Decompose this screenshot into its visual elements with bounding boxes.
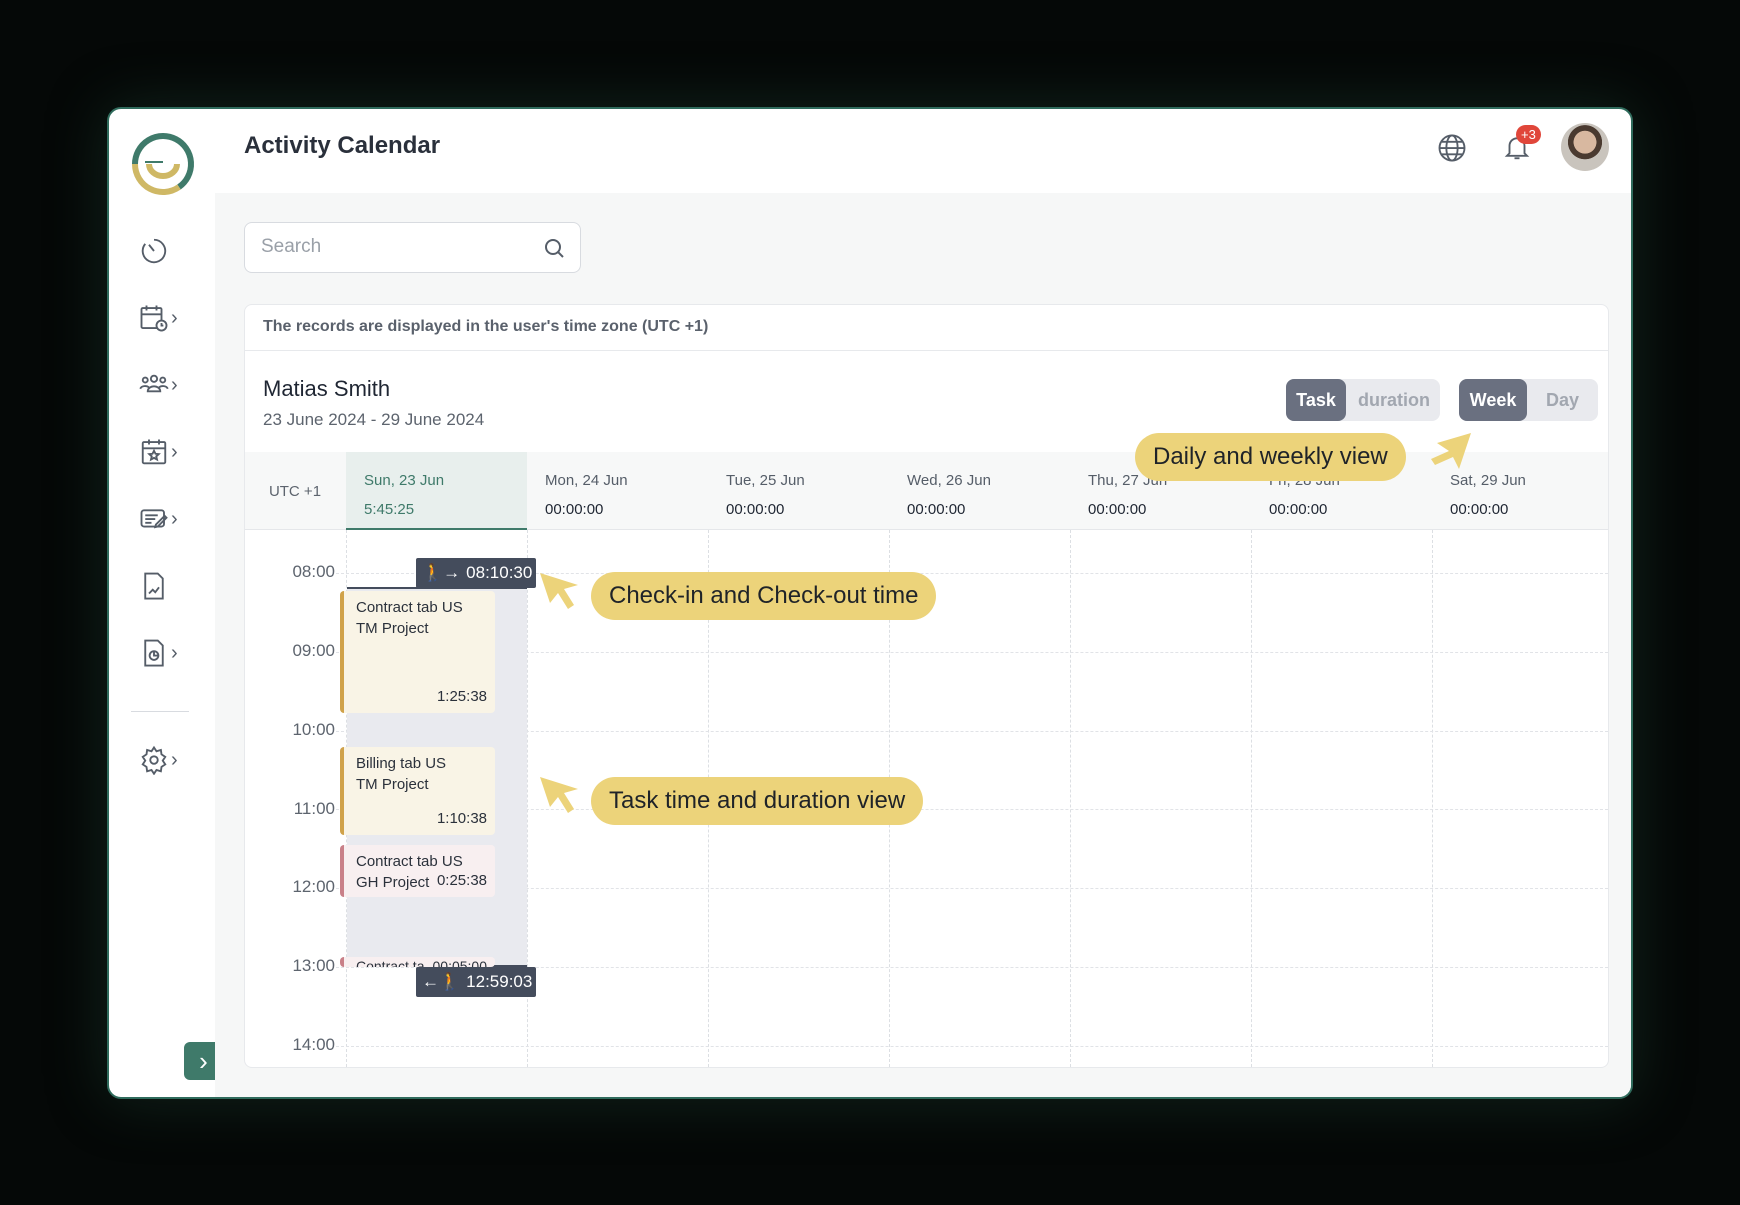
event-block[interactable]: Contract tab US GH Project 0:25:38 <box>340 845 495 897</box>
search-field[interactable] <box>244 222 581 273</box>
task-toggle-button[interactable]: Task <box>1286 379 1346 421</box>
arrow-pointer-icon <box>1431 433 1471 469</box>
calendar-card: The records are displayed in the user's … <box>244 304 1609 1068</box>
arrow-pointer-icon <box>540 573 578 609</box>
team-icon[interactable] <box>139 370 169 400</box>
arrow-pointer-icon <box>540 777 578 813</box>
walk-in-icon: 🚶→ <box>422 563 461 582</box>
task-duration-toggle: Task duration <box>1286 379 1440 421</box>
chevron-right-icon[interactable]: › <box>171 638 185 668</box>
day-header-tue[interactable]: Tue, 25 Jun 00:00:00 <box>708 452 889 530</box>
walk-out-icon: ←🚶 <box>422 972 461 991</box>
checkout-time: 12:59:03 <box>466 972 533 991</box>
hour-label: 10:00 <box>292 720 335 739</box>
day-label: Wed, 26 Jun <box>907 472 991 489</box>
callout-checkin: Check-in and Check-out time <box>591 572 937 620</box>
day-total: 00:00:00 <box>545 501 604 518</box>
main-content: The records are displayed in the user's … <box>215 193 1631 1097</box>
notification-badge: +3 <box>1516 125 1541 144</box>
page-title: Activity Calendar <box>244 132 441 159</box>
sidebar-divider <box>131 711 189 712</box>
logo-icon <box>132 133 194 196</box>
day-total: 00:00:00 <box>726 501 785 518</box>
day-header-mon[interactable]: Mon, 24 Jun 00:00:00 <box>527 452 708 530</box>
event-block[interactable]: Contract ta... 00:05:00 <box>340 957 495 967</box>
week-toggle-button[interactable]: Week <box>1459 379 1527 421</box>
hour-label: 08:00 <box>292 562 335 581</box>
day-header-wed[interactable]: Wed, 26 Jun 00:00:00 <box>889 452 1070 530</box>
chevron-right-icon: › <box>199 1045 208 1076</box>
day-header-sun[interactable]: Sun, 23 Jun 5:45:25 <box>346 452 527 530</box>
timezone-label: UTC +1 <box>268 482 322 500</box>
search-icon[interactable] <box>542 236 566 260</box>
file-chart-icon[interactable] <box>139 638 169 668</box>
hour-label: 12:00 <box>292 877 335 896</box>
event-block[interactable]: Billing tab US TM Project 1:10:38 <box>340 747 495 835</box>
avatar[interactable] <box>1561 123 1609 171</box>
chevron-right-icon[interactable]: › <box>171 504 185 534</box>
chevron-right-icon[interactable]: › <box>171 370 185 400</box>
hour-label: 14:00 <box>292 1035 335 1054</box>
gear-icon[interactable] <box>139 745 169 775</box>
week-day-toggle: Week Day <box>1459 379 1598 421</box>
day-total: 5:45:25 <box>364 501 415 518</box>
day-total: 00:00:00 <box>1088 501 1147 518</box>
notification-button[interactable]: +3 <box>1502 125 1541 165</box>
timer-icon[interactable] <box>139 236 169 266</box>
user-name: Matias Smith <box>263 376 391 401</box>
day-label: Mon, 24 Jun <box>545 472 628 489</box>
duration-toggle-button[interactable]: duration <box>1346 379 1442 421</box>
app-window: Activity Calendar +3 › › › › › › › The r… <box>107 107 1633 1099</box>
checkin-badge: 🚶→ 08:10:30 <box>416 558 537 588</box>
day-total: 00:00:00 <box>1450 501 1509 518</box>
event-block[interactable]: Contract tab US TM Project 1:25:38 <box>340 591 495 713</box>
timezone-notice: The records are displayed in the user's … <box>263 318 709 335</box>
chevron-right-icon[interactable]: › <box>171 303 185 333</box>
chevron-right-icon[interactable]: › <box>171 745 185 775</box>
divider <box>245 350 1608 351</box>
chevron-right-icon[interactable]: › <box>171 437 185 467</box>
callout-view: Daily and weekly view <box>1135 433 1406 481</box>
search-input[interactable] <box>245 223 525 271</box>
hour-label: 13:00 <box>292 956 335 975</box>
hour-label: 11:00 <box>293 799 335 818</box>
day-label: Sun, 23 Jun <box>364 472 445 489</box>
day-label: Sat, 29 Jun <box>1450 472 1526 489</box>
calendar-star-icon[interactable] <box>139 437 169 467</box>
hour-label: 09:00 <box>292 641 335 660</box>
notes-edit-icon[interactable] <box>139 504 169 534</box>
day-total: 00:00:00 <box>907 501 966 518</box>
day-total: 00:00:00 <box>1269 501 1328 518</box>
day-toggle-button[interactable]: Day <box>1527 379 1598 421</box>
callout-task: Task time and duration view <box>591 777 924 825</box>
globe-icon[interactable] <box>1437 133 1467 163</box>
date-range: 23 June 2024 - 29 June 2024 <box>263 410 485 429</box>
report-icon[interactable] <box>139 571 169 601</box>
day-label: Tue, 25 Jun <box>726 472 805 489</box>
checkin-time: 08:10:30 <box>466 563 533 582</box>
checkout-badge: ←🚶 12:59:03 <box>416 967 537 997</box>
calendar-clock-icon[interactable] <box>139 303 169 333</box>
